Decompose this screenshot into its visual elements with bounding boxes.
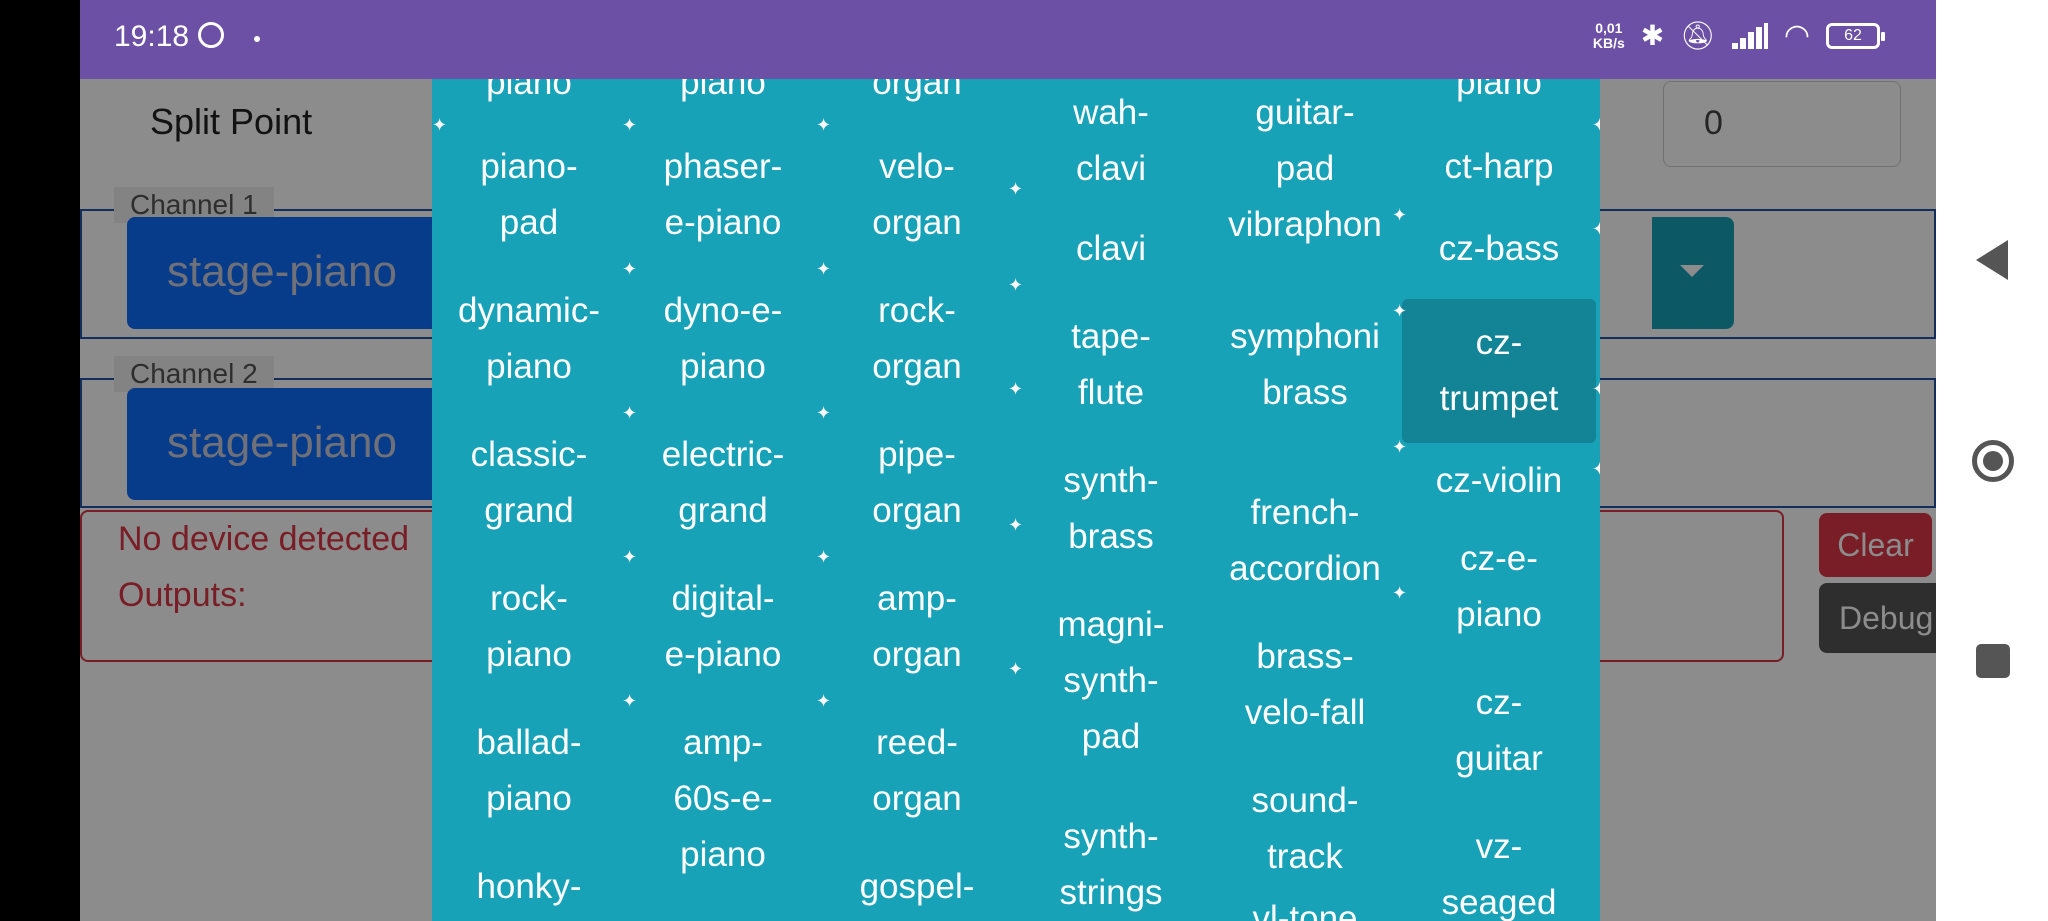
whatsapp-icon — [198, 22, 224, 48]
instrument-option[interactable]: sound- track — [1208, 773, 1402, 885]
instrument-option[interactable]: vl-tone — [1208, 891, 1402, 921]
bluetooth-icon: ✱ — [1640, 20, 1665, 51]
instrument-option[interactable]: vz- seaged — [1402, 819, 1596, 921]
navigation-bar — [1936, 0, 2048, 921]
sparkle-icon: ✦ — [622, 403, 638, 423]
instrument-option[interactable]: amp- organ — [820, 571, 1014, 683]
instrument-option[interactable]: symphoni brass — [1208, 309, 1402, 421]
sparkle-icon: ✦ — [1392, 583, 1408, 603]
instrument-option[interactable]: piano — [432, 79, 626, 111]
wifi-icon: ◠ — [1783, 19, 1810, 52]
instrument-option[interactable]: organ — [820, 79, 1014, 111]
instrument-option[interactable]: rock- piano — [432, 571, 626, 683]
sparkle-icon: ✦ — [1392, 301, 1408, 321]
instrument-option[interactable]: cz- trumpet — [1402, 299, 1596, 443]
instrument-option[interactable]: ballad- piano — [432, 715, 626, 827]
signal-icon — [1731, 22, 1768, 49]
instrument-option[interactable]: classic- grand — [432, 427, 626, 539]
sparkle-icon: ✦ — [816, 403, 832, 423]
instrument-option[interactable]: french- accordion — [1208, 485, 1402, 597]
instrument-option[interactable]: gospel- — [820, 859, 1014, 915]
instrument-option[interactable]: velo- organ — [820, 139, 1014, 251]
instrument-option[interactable]: synth- brass — [1014, 453, 1208, 565]
instrument-option[interactable]: reed- organ — [820, 715, 1014, 827]
sparkle-icon: ✦ — [816, 691, 832, 711]
sparkle-icon: ✦ — [1008, 515, 1024, 535]
instrument-option[interactable]: amp- 60s-e- piano — [626, 715, 820, 883]
battery-level: 62 — [1844, 26, 1862, 44]
sparkle-icon: ✦ — [432, 115, 448, 135]
instrument-option[interactable]: guitar- pad — [1208, 85, 1402, 197]
instrument-option[interactable]: clavi — [1014, 221, 1208, 277]
net-speed-unit: KB/s — [1592, 34, 1625, 51]
sparkle-icon: ✦ — [622, 259, 638, 279]
instrument-option[interactable]: honky- — [432, 859, 626, 915]
instrument-option[interactable]: piano- pad — [432, 139, 626, 251]
instrument-option[interactable]: wah- clavi — [1014, 85, 1208, 197]
sparkle-icon: ✦ — [622, 547, 638, 567]
instrument-option[interactable]: piano — [1402, 79, 1596, 111]
instrument-option[interactable]: piano — [626, 79, 820, 111]
instrument-option[interactable]: cz-bass — [1402, 221, 1596, 277]
instrument-option[interactable]: brass- velo-fall — [1208, 629, 1402, 741]
recents-icon[interactable] — [1976, 644, 2010, 678]
sparkle-icon: ✦ — [1392, 205, 1408, 225]
back-icon[interactable] — [1976, 240, 2008, 280]
instrument-option[interactable]: cz-violin — [1402, 453, 1596, 509]
instrument-option[interactable]: cz- guitar — [1402, 675, 1596, 787]
phone-screen: 19:18 0,01 KB/s ✱ 🔕︎ ◠ 62 Split Point 0 … — [80, 0, 1936, 921]
notification-dot-icon — [254, 36, 260, 42]
sparkle-icon: ✦ — [1008, 379, 1024, 399]
sparkle-icon: ✦ — [622, 115, 638, 135]
instrument-option[interactable]: digital- e-piano — [626, 571, 820, 683]
sparkle-icon: ✦ — [1592, 459, 1600, 479]
sparkle-icon: ✦ — [816, 547, 832, 567]
sparkle-icon: ✦ — [816, 115, 832, 135]
net-speed-value: 0,01 — [1595, 19, 1623, 36]
instrument-option[interactable]: cz-e- piano — [1402, 531, 1596, 643]
network-speed: 0,01 KB/s — [1592, 19, 1625, 51]
bell-muted-icon: 🔕︎ — [1680, 20, 1716, 51]
instrument-option[interactable]: vibraphon — [1208, 197, 1402, 253]
status-bar: 19:18 0,01 KB/s ✱ 🔕︎ ◠ 62 — [80, 0, 1936, 79]
instrument-option[interactable]: magni- synth- pad — [1014, 597, 1208, 765]
instrument-option[interactable]: dynamic- piano — [432, 283, 626, 395]
sparkle-icon: ✦ — [1592, 219, 1600, 239]
sparkle-icon: ✦ — [1008, 275, 1024, 295]
instrument-option[interactable]: pipe- organ — [820, 427, 1014, 539]
sparkle-icon: ✦ — [1592, 115, 1600, 135]
sparkle-icon: ✦ — [622, 691, 638, 711]
instrument-option[interactable]: phaser- e-piano — [626, 139, 820, 251]
sparkle-icon: ✦ — [1008, 659, 1024, 679]
instrument-dropdown-menu: piano piano- pad dynamic- piano classic- gr… — [432, 79, 1600, 921]
sparkle-icon: ✦ — [816, 259, 832, 279]
home-icon[interactable] — [1972, 440, 2014, 482]
instrument-option[interactable]: tape- flute — [1014, 309, 1208, 421]
instrument-option[interactable]: rock- organ — [820, 283, 1014, 395]
sparkle-icon: ✦ — [1008, 179, 1024, 199]
sparkle-icon: ✦ — [1592, 379, 1600, 399]
battery-icon: 62 — [1826, 22, 1885, 49]
clock: 19:18 — [114, 20, 190, 53]
sparkle-icon: ✦ — [1392, 437, 1408, 457]
instrument-option[interactable]: synth- strings — [1014, 809, 1208, 921]
instrument-option[interactable]: electric- grand — [626, 427, 820, 539]
instrument-option[interactable]: ct-harp — [1402, 139, 1596, 195]
instrument-option[interactable]: dyno-e- piano — [626, 283, 820, 395]
